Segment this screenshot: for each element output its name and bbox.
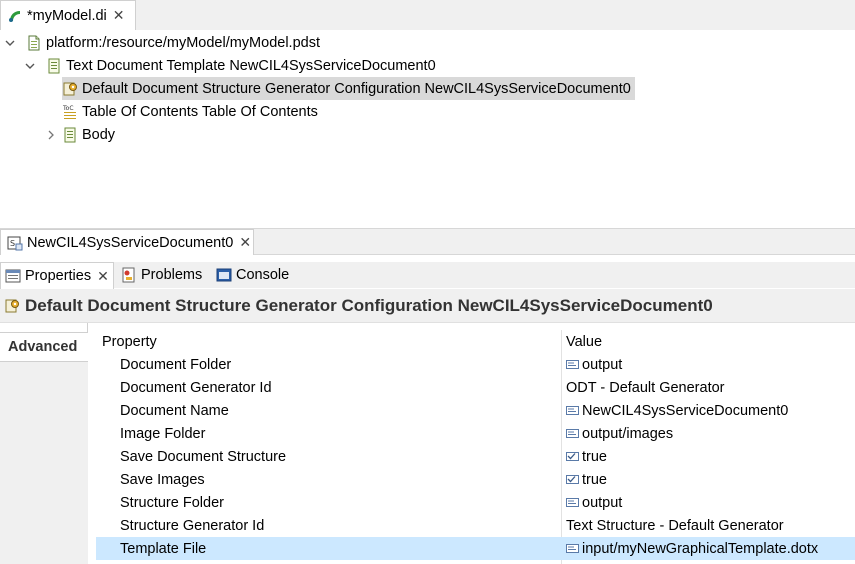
category-tab-advanced[interactable]: Advanced bbox=[0, 332, 88, 362]
generator-config-icon bbox=[63, 82, 77, 95]
document-tab-label: NewCIL4SysServiceDocument0 bbox=[27, 234, 234, 251]
table-row[interactable]: Document Generator Id ODT - Default Gene… bbox=[96, 376, 855, 399]
body-section-icon bbox=[64, 127, 76, 142]
tree-node-label: Default Document Structure Generator Con… bbox=[82, 80, 631, 97]
table-row[interactable]: Image Folder output/images bbox=[96, 422, 855, 445]
text-field-icon bbox=[566, 498, 579, 507]
text-field-icon bbox=[566, 406, 579, 415]
tree-node-label: Body bbox=[82, 126, 116, 143]
property-value[interactable]: NewCIL4SysServiceDocument0 bbox=[566, 403, 788, 419]
property-key: Structure Folder bbox=[120, 494, 224, 511]
tab-label: Properties bbox=[25, 268, 92, 284]
editor-tab-mymodel[interactable]: *myModel.di ✕ bbox=[0, 0, 136, 30]
tree-node-label: platform:/resource/myModel/myModel.pdst bbox=[46, 34, 320, 51]
category-strip bbox=[0, 362, 88, 564]
property-value[interactable]: ODT - Default Generator bbox=[566, 380, 725, 396]
property-key: Document Folder bbox=[120, 356, 232, 373]
property-value[interactable]: output bbox=[566, 357, 622, 373]
table-row[interactable]: Document Name NewCIL4SysServiceDocument0 bbox=[96, 399, 855, 422]
chevron-down-icon[interactable] bbox=[24, 60, 36, 72]
table-row[interactable]: Save Document Structure true bbox=[96, 445, 855, 468]
document-template-icon bbox=[48, 58, 60, 73]
tab-console[interactable]: Console bbox=[212, 262, 293, 288]
table-row[interactable]: Structure Folder output bbox=[96, 491, 855, 514]
property-key: Document Name bbox=[120, 402, 229, 419]
property-key: Template File bbox=[120, 540, 207, 557]
property-key: Save Document Structure bbox=[120, 448, 287, 465]
tab-label: Console bbox=[236, 267, 290, 283]
text-field-icon bbox=[566, 544, 579, 553]
property-value[interactable]: true bbox=[566, 472, 607, 488]
generator-config-icon bbox=[5, 299, 19, 312]
table-row[interactable]: Save Images true bbox=[96, 468, 855, 491]
document-tab[interactable]: S NewCIL4SysServiceDocument0 ✕ bbox=[0, 229, 254, 255]
properties-category-pane: Advanced bbox=[0, 323, 88, 564]
svg-text:S: S bbox=[10, 239, 15, 248]
checkbox-field-icon bbox=[566, 475, 579, 484]
table-of-contents-icon: ToC bbox=[62, 105, 76, 119]
tree-node-body[interactable]: Body bbox=[46, 123, 115, 146]
tree-node-root[interactable]: platform:/resource/myModel/myModel.pdst bbox=[4, 31, 320, 54]
property-value[interactable]: output bbox=[566, 495, 622, 511]
resource-file-icon bbox=[28, 35, 40, 50]
chevron-right-icon[interactable] bbox=[46, 129, 56, 141]
properties-title: Default Document Structure Generator Con… bbox=[25, 295, 713, 315]
property-value[interactable]: true bbox=[566, 449, 607, 465]
table-row-selected[interactable]: Template File input/myNewGraphicalTempla… bbox=[96, 537, 855, 560]
close-icon[interactable]: ✕ bbox=[113, 7, 125, 24]
document-structure-icon: S bbox=[7, 236, 23, 250]
property-key: Structure Generator Id bbox=[120, 517, 265, 534]
property-key: Document Generator Id bbox=[120, 379, 272, 396]
chevron-down-icon[interactable] bbox=[4, 37, 16, 49]
property-key: Save Images bbox=[120, 471, 205, 488]
tab-label: Problems bbox=[141, 267, 203, 283]
checkbox-field-icon bbox=[566, 452, 579, 461]
properties-icon bbox=[5, 269, 21, 283]
tree-node-label: Text Document Template NewCIL4SysService… bbox=[66, 57, 436, 74]
views-tab-bar: Properties ✕ Problems Console bbox=[0, 262, 855, 289]
editor-tab-label: *myModel.di bbox=[27, 7, 107, 24]
tree-node-template[interactable]: Text Document Template NewCIL4SysService… bbox=[24, 54, 436, 77]
property-value[interactable]: input/myNewGraphicalTemplate.dotx bbox=[566, 541, 818, 557]
table-row[interactable]: Structure Generator Id Text Structure - … bbox=[96, 514, 855, 537]
tab-properties[interactable]: Properties ✕ bbox=[0, 262, 114, 289]
properties-header: Default Document Structure Generator Con… bbox=[0, 289, 855, 323]
svg-text:ToC: ToC bbox=[62, 105, 74, 112]
column-header-property[interactable]: Property bbox=[102, 334, 157, 350]
close-icon[interactable]: ✕ bbox=[239, 234, 251, 251]
document-tab-bar: S NewCIL4SysServiceDocument0 ✕ bbox=[0, 228, 855, 255]
problems-icon bbox=[122, 267, 135, 283]
tree-node-toc[interactable]: ToC Table Of Contents Table Of Contents bbox=[62, 100, 318, 123]
property-key: Image Folder bbox=[120, 425, 206, 442]
close-icon[interactable]: ✕ bbox=[97, 268, 109, 285]
table-row[interactable]: Document Folder output bbox=[96, 353, 855, 376]
text-field-icon bbox=[566, 360, 579, 369]
editor-tab-bar: *myModel.di ✕ bbox=[0, 0, 855, 31]
papyrus-editor-icon bbox=[9, 10, 20, 22]
model-tree: platform:/resource/myModel/myModel.pdst … bbox=[0, 30, 855, 228]
console-icon bbox=[216, 268, 232, 282]
table-header: Property Value bbox=[96, 330, 855, 353]
tab-problems[interactable]: Problems bbox=[117, 262, 206, 288]
property-value[interactable]: Text Structure - Default Generator bbox=[566, 518, 784, 534]
tree-node-generator-config[interactable]: Default Document Structure Generator Con… bbox=[62, 77, 635, 100]
tree-node-label: Table Of Contents Table Of Contents bbox=[82, 103, 318, 120]
text-field-icon bbox=[566, 429, 579, 438]
property-value[interactable]: output/images bbox=[566, 426, 673, 442]
column-header-value[interactable]: Value bbox=[566, 334, 602, 350]
